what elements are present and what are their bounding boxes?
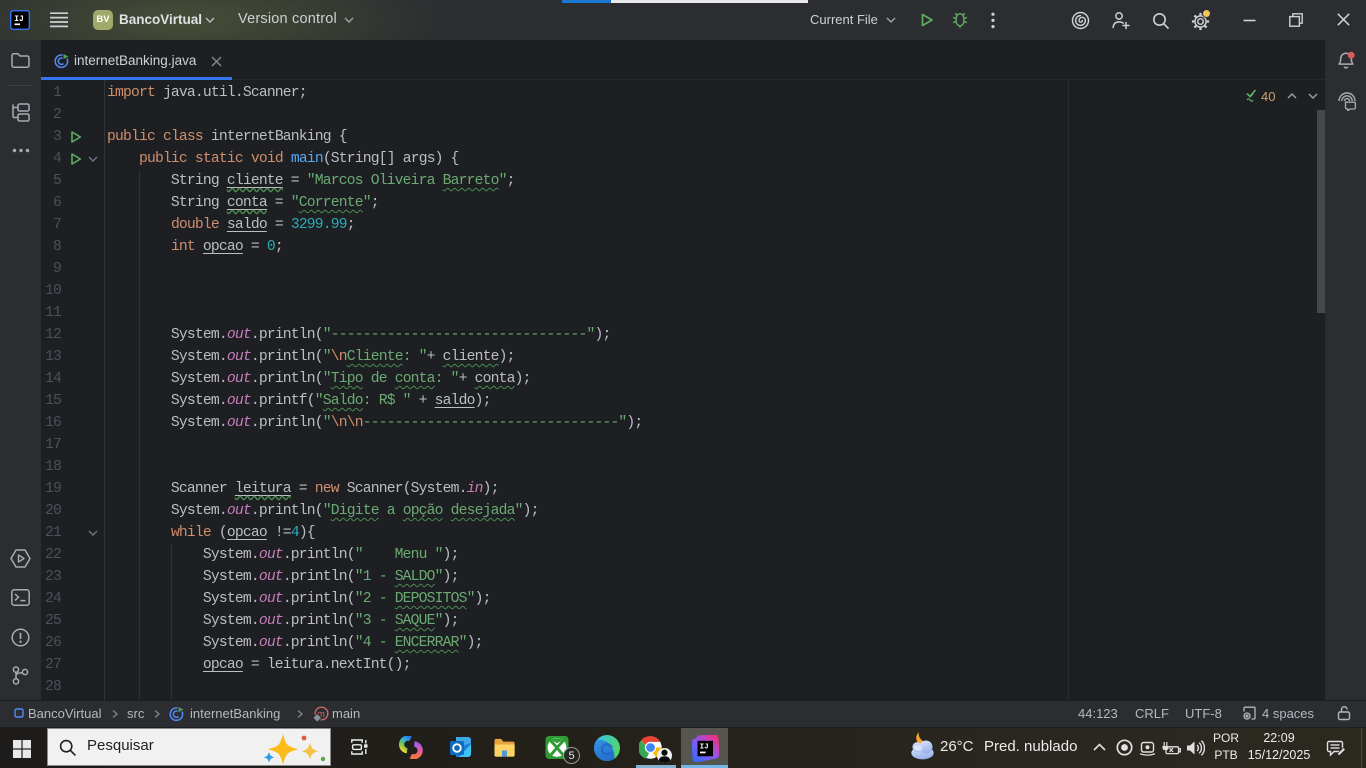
svg-text:IJ: IJ bbox=[700, 744, 709, 752]
svg-text:IJ: IJ bbox=[14, 15, 24, 24]
